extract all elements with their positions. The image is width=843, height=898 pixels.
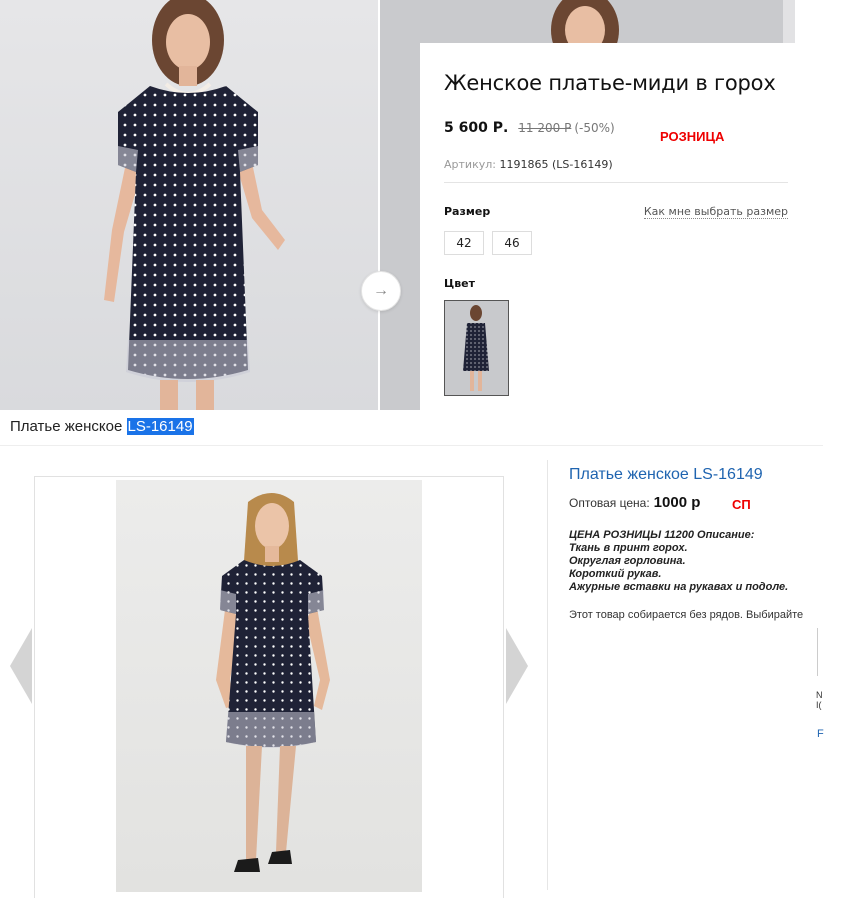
listing-heading: Платье женское LS-16149: [10, 418, 194, 435]
assembly-note: Этот товар собирается без рядов. Выбирай…: [569, 609, 804, 621]
listing-header: Платье женское LS-16149: [0, 410, 823, 446]
product-title: Женское платье-миди в горох: [444, 71, 776, 95]
retail-product-section: → Женское платье-миди в горох 5 600 Р. 1…: [0, 0, 843, 410]
color-swatch[interactable]: [444, 300, 509, 396]
gallery-prev-arrow[interactable]: [10, 628, 32, 704]
right-clip: [823, 446, 843, 898]
heading-prefix: Платье женское: [10, 418, 123, 435]
old-price: 11 200 Р: [518, 121, 572, 135]
size-header: Размер Как мне выбрать размер: [444, 205, 788, 219]
size-option-42[interactable]: 42: [444, 231, 484, 255]
swatch-thumbnail: [463, 305, 489, 391]
model-figure-wholesale: [216, 493, 330, 872]
product-photo-main: [0, 0, 378, 410]
price-row: 5 600 Р. 11 200 Р (-50%): [444, 120, 788, 136]
description-line: Ажурные вставки на рукавах и подоле.: [569, 581, 789, 593]
description: ЦЕНА РОЗНИЦЫ 11200 Описание: Ткань в при…: [569, 529, 821, 594]
gallery-next-arrow[interactable]: [506, 628, 528, 704]
column-divider: [547, 460, 548, 890]
highlighted-code: LS-16149: [126, 418, 194, 435]
color-label: Цвет: [444, 277, 476, 290]
size-options: 42 46: [444, 231, 788, 255]
wholesale-price-row: Оптовая цена: 1000 р: [569, 494, 821, 511]
clipped-text: N I(: [816, 690, 823, 710]
description-line: Короткий рукав.: [569, 568, 662, 580]
clipped-text-line: I(: [816, 700, 822, 710]
clipped-text-line: N: [816, 690, 823, 700]
next-image-button[interactable]: →: [361, 271, 401, 311]
sku-label: Артикул:: [444, 158, 496, 171]
sku-value: 1191865 (LS-16149): [499, 158, 613, 171]
sku-line: Артикул: 1191865 (LS-16149): [444, 158, 788, 171]
size-guide-link[interactable]: Как мне выбрать размер: [643, 205, 788, 219]
wholesale-price-label: Оптовая цена:: [569, 496, 650, 510]
wholesale-price-value: 1000 р: [653, 494, 701, 511]
wholesale-title-link[interactable]: Платье женское LS-16149: [569, 466, 821, 484]
model-figure: [104, 0, 285, 410]
wholesale-info: Платье женское LS-16149 Оптовая цена: 10…: [569, 466, 821, 621]
discount-badge: (-50%): [574, 121, 615, 135]
divider: [444, 182, 788, 183]
clipped-link[interactable]: F: [817, 728, 824, 740]
clipped-panel-edge: [817, 628, 823, 676]
arrow-right-icon: →: [373, 282, 389, 299]
product-photo-wholesale: [116, 480, 422, 892]
size-label: Размер: [444, 205, 491, 218]
product-info-panel: Женское платье-миди в горох 5 600 Р. 11 …: [420, 43, 796, 410]
description-line: ЦЕНА РОЗНИЦЫ 11200 Описание:: [569, 529, 755, 541]
description-line: Ткань в принт горох.: [569, 542, 688, 554]
screenshot: → Женское платье-миди в горох 5 600 Р. 1…: [0, 0, 843, 898]
description-line: Округлая горловина.: [569, 555, 686, 567]
size-option-46[interactable]: 46: [492, 231, 532, 255]
current-price: 5 600 Р.: [444, 120, 509, 136]
sp-annotation: СП: [732, 497, 751, 512]
retail-annotation: РОЗНИЦА: [660, 129, 725, 144]
